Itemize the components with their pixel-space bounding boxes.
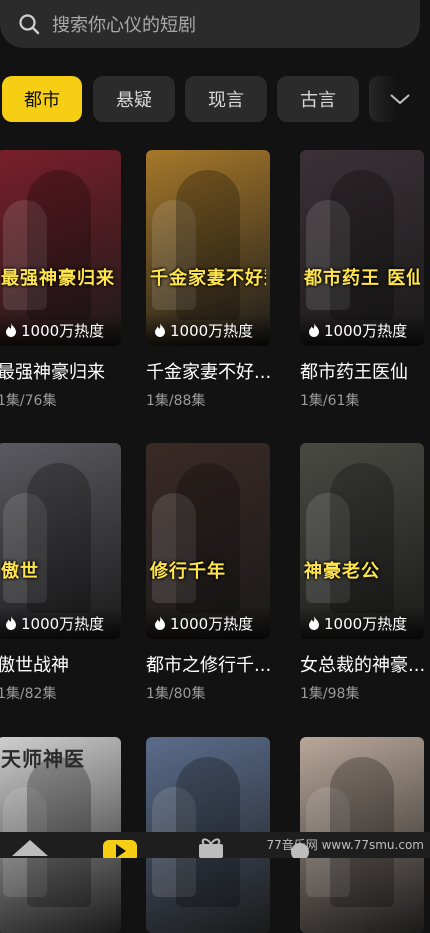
heat-text: 1000万热度 [21, 614, 105, 633]
drama-poster[interactable]: 神豪老公 1000万热度 [300, 443, 424, 639]
flame-icon [6, 323, 16, 337]
drama-title[interactable]: 都市药王医仙 [300, 358, 424, 384]
chevron-down-icon [390, 94, 410, 105]
episode-count: 1集/61集 [300, 393, 360, 409]
drama-card[interactable]: 最强神豪归来 1000万热度 最强神豪归来 1集/76集 [0, 150, 121, 410]
drama-card[interactable]: 神豪老公 1000万热度 女总裁的神豪... 1集/98集 [300, 443, 424, 703]
poster-title-text: 傲世 [1, 561, 39, 582]
search-input[interactable]: 搜索你心仪的短剧 [52, 11, 196, 37]
poster-title-text: 都市药王 医仙 [304, 268, 420, 289]
heat-badge: 1000万热度 [146, 607, 270, 639]
poster-figure [330, 170, 394, 320]
episode-count: 1集/80集 [146, 686, 206, 702]
heat-badge: 1000万热度 [146, 314, 270, 346]
poster-title-text: 千金家妻不好惹 [150, 268, 266, 289]
heat-badge: 1000万热度 [300, 314, 424, 346]
gift-icon[interactable] [196, 834, 226, 858]
flame-icon [155, 616, 165, 630]
poster-figure [27, 170, 91, 320]
heat-badge: 1000万热度 [0, 314, 121, 346]
drama-poster[interactable]: 都市药王 医仙 1000万热度 [300, 150, 424, 346]
flame-icon [309, 323, 319, 337]
drama-title[interactable]: 傲世战神 [0, 651, 121, 677]
flame-icon [6, 616, 16, 630]
poster-title-text: 天师神医 [1, 747, 85, 771]
tab-xuanyi[interactable]: 悬疑 [93, 76, 175, 122]
drama-title[interactable]: 最强神豪归来 [0, 358, 121, 384]
episode-count: 1集/88集 [146, 393, 206, 409]
flame-icon [155, 323, 165, 337]
category-tabs: 都市 悬疑 现言 古言 [0, 70, 430, 128]
drama-card[interactable]: 千金家妻不好惹 1000万热度 千金家妻不好... 1集/88集 [146, 150, 270, 410]
drama-title[interactable]: 女总裁的神豪... [300, 651, 424, 677]
heat-text: 1000万热度 [21, 321, 105, 340]
drama-title[interactable]: 千金家妻不好... [146, 358, 270, 384]
tab-guyan[interactable]: 古言 [277, 76, 359, 122]
flame-icon [309, 616, 319, 630]
poster-figure [176, 170, 240, 320]
drama-poster[interactable]: 最强神豪归来 1000万热度 [0, 150, 121, 346]
heat-text: 1000万热度 [170, 321, 254, 340]
drama-poster[interactable]: 修行千年 1000万热度 [146, 443, 270, 639]
poster-title-text: 神豪老公 [304, 561, 380, 582]
play-icon[interactable] [103, 834, 137, 858]
poster-figure [330, 463, 394, 613]
search-bar[interactable]: 搜索你心仪的短剧 [0, 0, 420, 48]
episode-count: 1集/98集 [300, 686, 360, 702]
poster-figure [27, 463, 91, 613]
heat-text: 1000万热度 [324, 321, 408, 340]
heat-text: 1000万热度 [170, 614, 254, 633]
drama-poster[interactable]: 千金家妻不好惹 1000万热度 [146, 150, 270, 346]
expand-tabs-button[interactable] [370, 70, 430, 128]
poster-figure [176, 463, 240, 613]
home-icon[interactable] [10, 834, 50, 858]
heat-badge: 1000万热度 [0, 607, 121, 639]
heat-badge: 1000万热度 [300, 607, 424, 639]
heat-text: 1000万热度 [324, 614, 408, 633]
drama-poster[interactable]: 傲世 1000万热度 [0, 443, 121, 639]
poster-title-text: 修行千年 [150, 561, 226, 582]
drama-card[interactable]: 都市药王 医仙 1000万热度 都市药王医仙 1集/61集 [300, 150, 424, 410]
search-icon [19, 14, 40, 35]
poster-title-text: 最强神豪归来 [1, 268, 115, 289]
drama-card[interactable]: 修行千年 1000万热度 都市之修行千... 1集/80集 [146, 443, 270, 703]
tab-dushi[interactable]: 都市 [2, 76, 82, 122]
tab-xianyan[interactable]: 现言 [185, 76, 267, 122]
drama-card[interactable]: 傲世 1000万热度 傲世战神 1集/82集 [0, 443, 121, 703]
episode-count: 1集/82集 [0, 686, 57, 702]
watermark: 77音乐网 www.77smu.com [266, 838, 424, 852]
episode-count: 1集/76集 [0, 393, 57, 409]
drama-title[interactable]: 都市之修行千... [146, 651, 270, 677]
